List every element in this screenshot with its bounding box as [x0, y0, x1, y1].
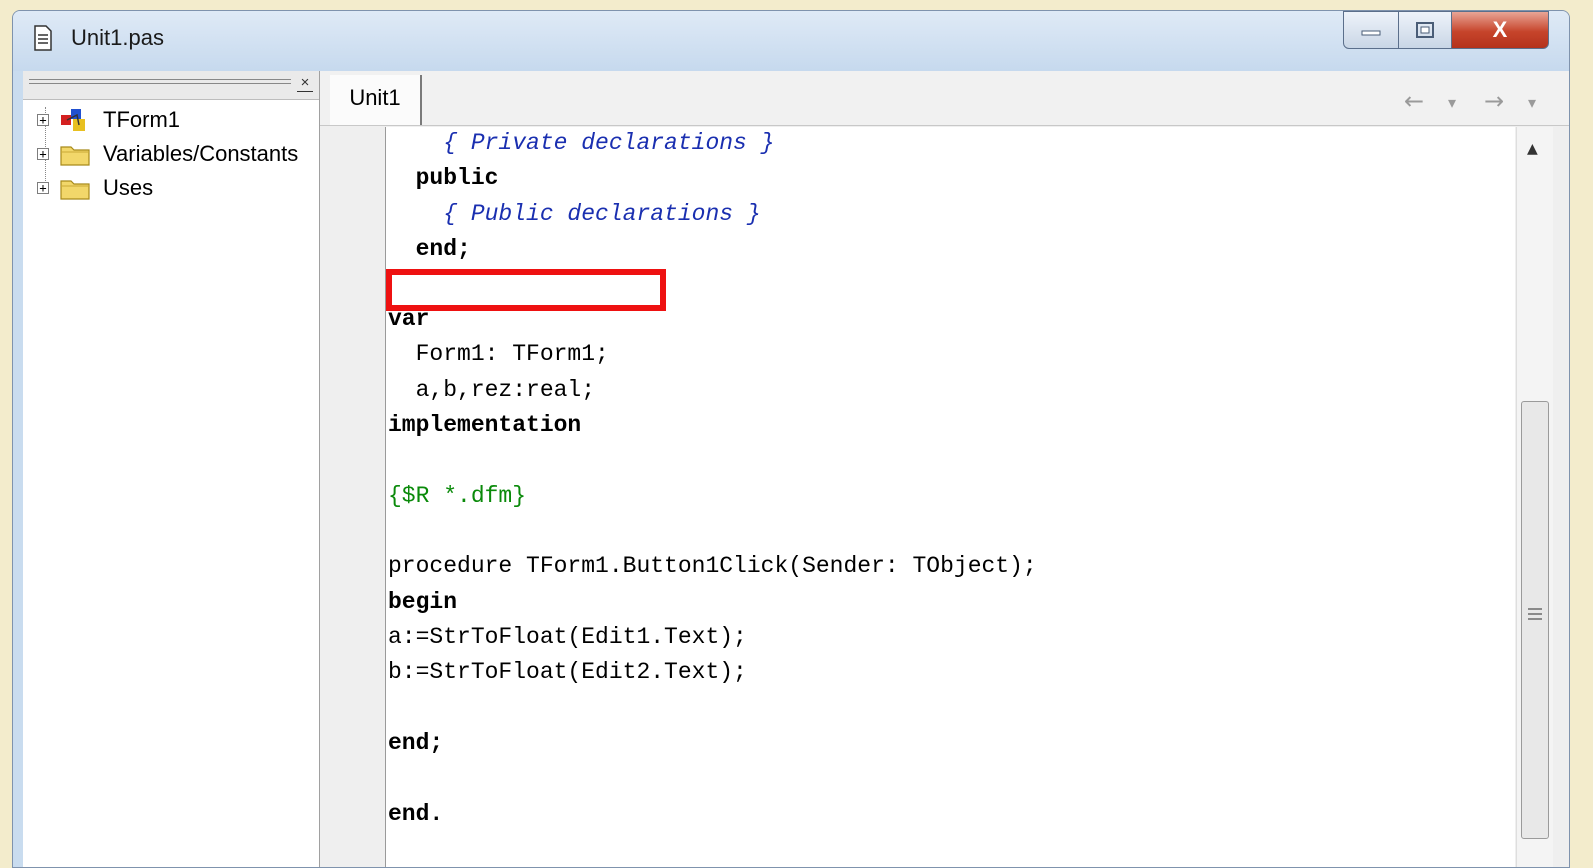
- code-line: Form1: TForm1;: [388, 341, 609, 367]
- chevron-down-icon[interactable]: ▾: [1528, 93, 1536, 112]
- drag-grip[interactable]: [29, 79, 291, 84]
- structure-panel-header: ×: [23, 71, 319, 100]
- tree-item-tform1[interactable]: + TForm1: [37, 105, 180, 135]
- minimize-button[interactable]: [1343, 11, 1399, 49]
- document-icon: [34, 25, 52, 51]
- tab-strip: Unit1 ← ▾ → ▾: [320, 71, 1569, 126]
- folder-icon: [60, 146, 90, 166]
- forward-arrow-icon[interactable]: →: [1484, 87, 1504, 115]
- code-line: { Private declarations }: [388, 130, 775, 156]
- minimize-icon: [1361, 30, 1381, 36]
- close-icon: X: [1492, 17, 1508, 42]
- code-line: end;: [388, 730, 444, 756]
- code-line: var: [388, 306, 430, 332]
- code-line: end.: [388, 801, 444, 827]
- scroll-up-icon[interactable]: ▲: [1527, 141, 1538, 157]
- scrollbar-thumb[interactable]: [1521, 401, 1549, 839]
- title-bar[interactable]: Unit1.pas X: [13, 11, 1569, 71]
- maximize-button[interactable]: [1398, 11, 1452, 49]
- grip-icon: [1528, 608, 1542, 620]
- line-gutter: [330, 127, 386, 867]
- form-icon: [61, 109, 85, 131]
- structure-panel: × + TForm1 + Variables/Constants + Uses: [23, 71, 320, 867]
- code-line: implementation: [388, 412, 582, 438]
- code-line: begin: [388, 589, 458, 615]
- code-line: {$R *.dfm}: [388, 483, 527, 509]
- panel-close-icon[interactable]: ×: [297, 75, 313, 92]
- tree-item-variables[interactable]: + Variables/Constants: [37, 139, 298, 169]
- code-line: end;: [388, 236, 471, 262]
- maximize-icon: [1416, 22, 1434, 38]
- code-line: procedure TForm1.Button1Click(Sender: TO…: [388, 553, 1037, 579]
- expand-icon[interactable]: +: [37, 148, 49, 160]
- chevron-down-icon[interactable]: ▾: [1448, 93, 1456, 112]
- folder-icon: [60, 180, 90, 200]
- tree-item-label: Variables/Constants: [103, 141, 299, 166]
- tree-item-label: TForm1: [103, 107, 180, 132]
- code-line: a,b,rez:real;: [388, 377, 596, 403]
- code-line: b:=StrToFloat(Edit2.Text);: [388, 659, 747, 685]
- close-button[interactable]: X: [1451, 11, 1549, 49]
- back-arrow-icon[interactable]: ←: [1404, 87, 1424, 115]
- expand-icon[interactable]: +: [37, 182, 49, 194]
- vertical-scrollbar[interactable]: ▲: [1516, 127, 1553, 867]
- code-line: { Public declarations }: [388, 201, 761, 227]
- editor-window: Unit1.pas X × + TForm1 + Variables/Const…: [12, 10, 1570, 868]
- tab-unit1[interactable]: Unit1: [330, 75, 422, 125]
- window-title: Unit1.pas: [71, 25, 164, 50]
- code-area[interactable]: { Private declarations } public { Public…: [386, 127, 1515, 867]
- tree-item-uses[interactable]: + Uses: [37, 173, 153, 203]
- code-line: a:=StrToFloat(Edit1.Text);: [388, 624, 747, 650]
- tree-item-label: Uses: [103, 175, 154, 200]
- code-line: public: [388, 165, 499, 191]
- code-editor: Unit1 ← ▾ → ▾ { Private declarations } p…: [320, 71, 1569, 867]
- expand-icon[interactable]: +: [37, 114, 49, 126]
